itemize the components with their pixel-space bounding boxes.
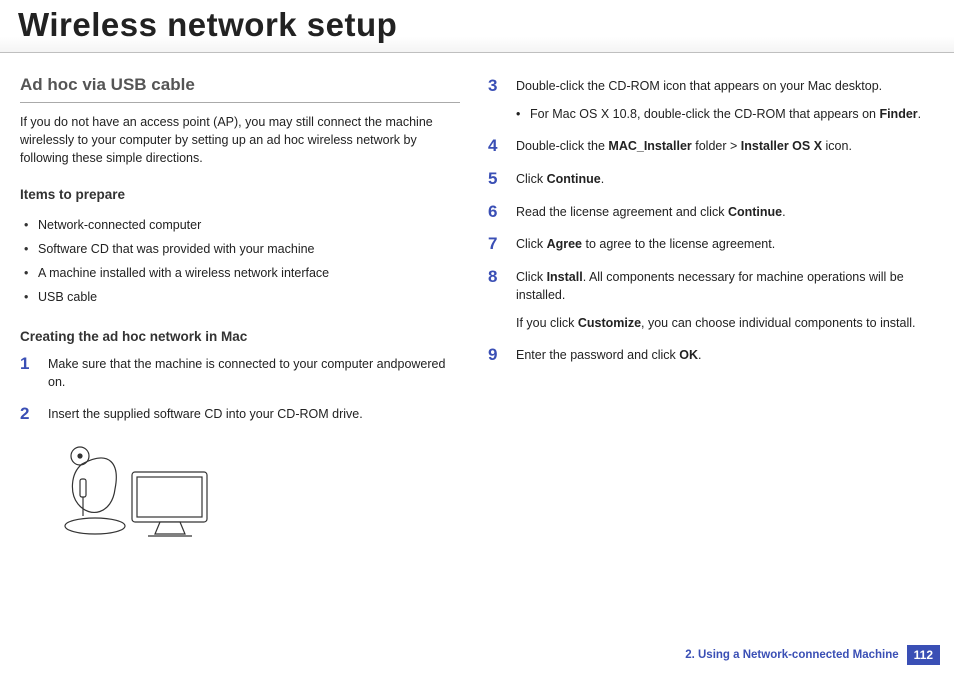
step-sub-bullet: For Mac OS X 10.8, double-click the CD-R… — [516, 105, 928, 123]
list-item: USB cable — [24, 285, 460, 309]
step-body: Read the license agreement and click Con… — [516, 203, 928, 221]
step-6: 6 Read the license agreement and click C… — [488, 203, 928, 222]
step-number: 7 — [488, 235, 502, 254]
bold-text: Install — [547, 270, 583, 284]
text-fragment: Click — [516, 172, 547, 186]
text-fragment: Read the license agreement and click — [516, 205, 728, 219]
step-3: 3 Double-click the CD-ROM icon that appe… — [488, 77, 928, 123]
step-body: Make sure that the machine is connected … — [48, 355, 460, 391]
page-footer: 2. Using a Network-connected Machine 112 — [685, 645, 940, 665]
step-7: 7 Click Agree to agree to the license ag… — [488, 235, 928, 254]
text-fragment: For Mac OS X 10.8, double-click the CD-R… — [530, 107, 879, 121]
text-fragment: Double-click the — [516, 139, 608, 153]
text-fragment: . — [918, 107, 921, 121]
step-number: 1 — [20, 355, 34, 374]
step-body: Enter the password and click OK. — [516, 346, 928, 364]
step-9: 9 Enter the password and click OK. — [488, 346, 928, 365]
text-fragment: . — [698, 348, 701, 362]
step-text: Enter the password and click OK. — [516, 346, 928, 364]
text-fragment: folder > — [692, 139, 741, 153]
adhoc-heading: Ad hoc via USB cable — [20, 73, 460, 103]
intro-paragraph: If you do not have an access point (AP),… — [20, 113, 460, 167]
step-number: 2 — [20, 405, 34, 424]
step-number: 3 — [488, 77, 502, 96]
step-number: 4 — [488, 137, 502, 156]
cd-computer-illustration — [60, 444, 220, 544]
step-body: Click Install. All components necessary … — [516, 268, 928, 332]
step-text: Insert the supplied software CD into you… — [48, 405, 460, 423]
step-4: 4 Double-click the MAC_Installer folder … — [488, 137, 928, 156]
creating-heading: Creating the ad hoc network in Mac — [20, 327, 460, 347]
text-fragment: , you can choose individual components t… — [641, 316, 915, 330]
step-body: Click Continue. — [516, 170, 928, 188]
step-text: Double-click the CD-ROM icon that appear… — [516, 77, 928, 95]
text-fragment: to agree to the license agreement. — [582, 237, 775, 251]
chapter-label: 2. Using a Network-connected Machine — [685, 649, 898, 661]
step-number: 8 — [488, 268, 502, 287]
step-body: Insert the supplied software CD into you… — [48, 405, 460, 423]
text-fragment: . — [782, 205, 785, 219]
left-column: Ad hoc via USB cable If you do not have … — [20, 69, 460, 549]
right-column: 3 Double-click the CD-ROM icon that appe… — [488, 69, 928, 549]
text-fragment: If you click — [516, 316, 578, 330]
items-list: Network-connected computer Software CD t… — [20, 213, 460, 310]
page-title: Wireless network setup — [0, 0, 954, 53]
bold-text: Continue — [728, 205, 782, 219]
step-1: 1 Make sure that the machine is connecte… — [20, 355, 460, 391]
content-columns: Ad hoc via USB cable If you do not have … — [0, 53, 954, 549]
step-number: 9 — [488, 346, 502, 365]
step-8: 8 Click Install. All components necessar… — [488, 268, 928, 332]
step-text: Double-click the MAC_Installer folder > … — [516, 137, 928, 155]
text-fragment: . — [601, 172, 604, 186]
bold-text: Finder — [879, 107, 917, 121]
bold-text: Agree — [547, 237, 582, 251]
list-item: A machine installed with a wireless netw… — [24, 261, 460, 285]
page-number: 112 — [907, 645, 940, 665]
step-number: 5 — [488, 170, 502, 189]
bold-text: Continue — [547, 172, 601, 186]
text-fragment: Click — [516, 270, 547, 284]
list-item: Software CD that was provided with your … — [24, 237, 460, 261]
step-text: Read the license agreement and click Con… — [516, 203, 928, 221]
bold-text: OK — [679, 348, 698, 362]
step-body: Double-click the MAC_Installer folder > … — [516, 137, 928, 155]
text-fragment: Click — [516, 237, 547, 251]
bold-text: Customize — [578, 316, 641, 330]
items-heading: Items to prepare — [20, 185, 460, 205]
text-fragment: Enter the password and click — [516, 348, 679, 362]
step-text: Click Install. All components necessary … — [516, 268, 928, 304]
step-number: 6 — [488, 203, 502, 222]
step-text: Click Agree to agree to the license agre… — [516, 235, 928, 253]
bold-text: MAC_Installer — [608, 139, 691, 153]
step-text: Make sure that the machine is connected … — [48, 355, 460, 391]
step-text: Click Continue. — [516, 170, 928, 188]
text-fragment: icon. — [822, 139, 852, 153]
step-text: If you click Customize, you can choose i… — [516, 314, 928, 332]
list-item: Network-connected computer — [24, 213, 460, 237]
step-body: Double-click the CD-ROM icon that appear… — [516, 77, 928, 123]
step-body: Click Agree to agree to the license agre… — [516, 235, 928, 253]
bold-text: Installer OS X — [741, 139, 822, 153]
step-5: 5 Click Continue. — [488, 170, 928, 189]
step-2: 2 Insert the supplied software CD into y… — [20, 405, 460, 424]
